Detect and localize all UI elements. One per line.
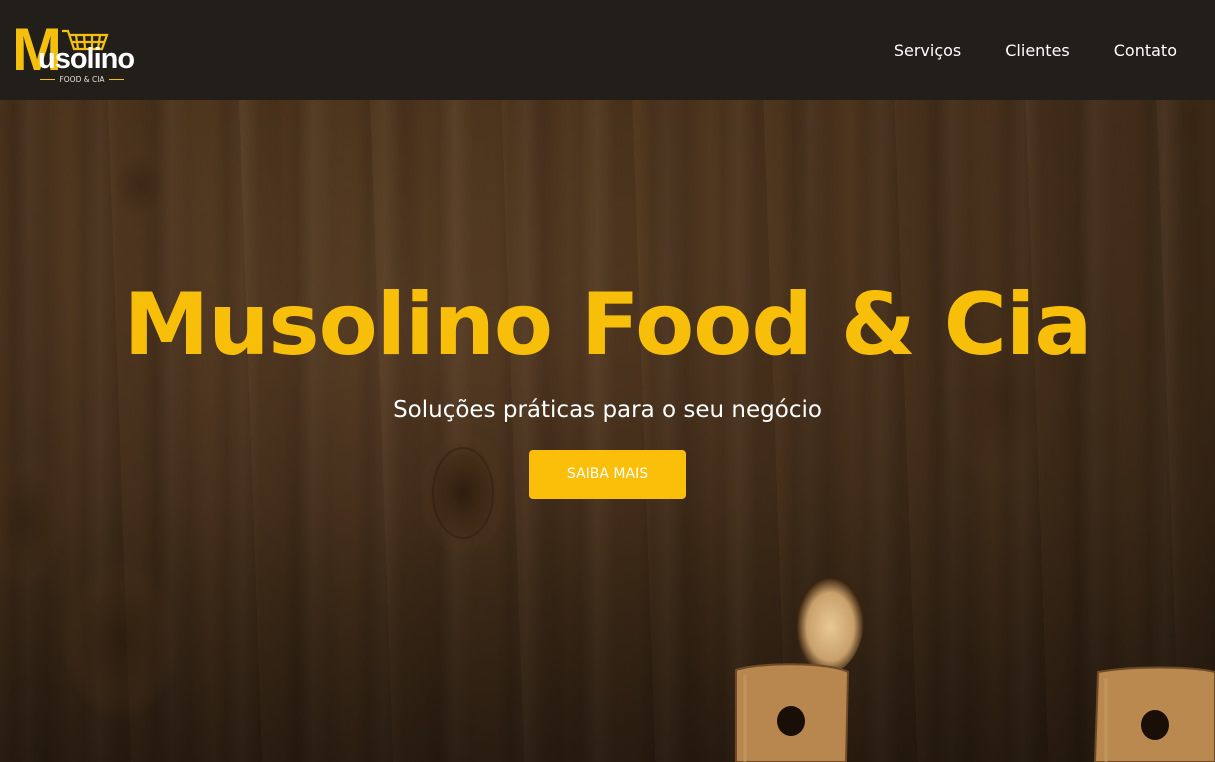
logo-wordmark: usolino (38, 43, 135, 75)
hero-subtitle: Soluções práticas para o seu negócio (393, 397, 822, 423)
main-nav: Serviços Clientes Contato (894, 41, 1177, 60)
nav-link-clientes[interactable]: Clientes (1005, 41, 1070, 60)
site-logo[interactable]: M usolino FOOD & CIA (12, 15, 152, 85)
nav-link-contato[interactable]: Contato (1114, 41, 1177, 60)
hero-title: Musolino Food & Cia (123, 275, 1093, 375)
logo-tagline: FOOD & CIA (59, 75, 105, 84)
logo-rule-left (40, 79, 56, 80)
site-header: M usolino FOOD & CIA Serviços Clientes C… (0, 0, 1215, 100)
saiba-mais-button[interactable]: SAIBA MAIS (529, 450, 686, 499)
hero-section: Musolino Food & Cia Soluções práticas pa… (0, 100, 1215, 762)
nav-link-servicos[interactable]: Serviços (894, 41, 961, 60)
logo-rule-right (108, 79, 124, 80)
hero-content: Musolino Food & Cia Soluções práticas pa… (0, 275, 1215, 499)
logo-tagline-row: FOOD & CIA (40, 75, 124, 84)
